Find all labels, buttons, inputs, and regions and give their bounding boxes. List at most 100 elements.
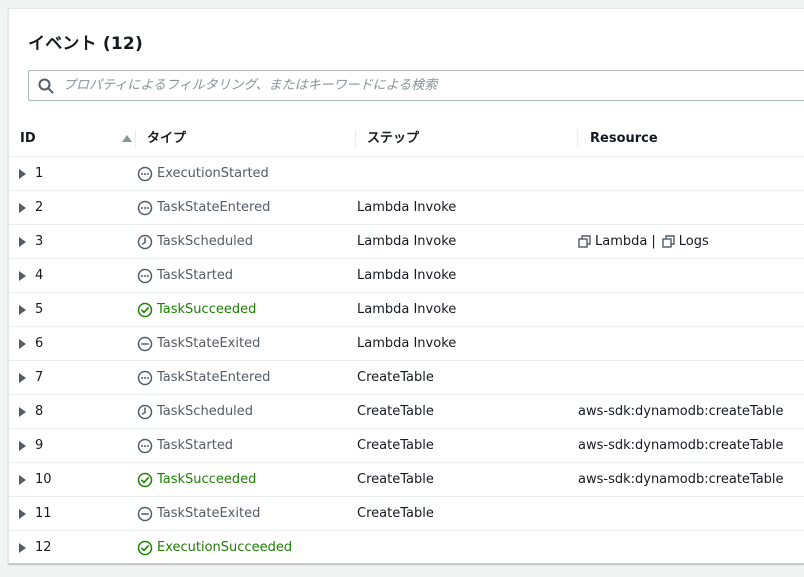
resource-cell: aws-sdk:dynamodb:createTable bbox=[578, 404, 784, 419]
id-cell: 11 bbox=[35, 506, 52, 521]
expand-caret-icon[interactable] bbox=[19, 543, 26, 553]
resource-cell: aws-sdk:dynamodb:createTable bbox=[578, 438, 784, 453]
lambda-link[interactable]: Lambda bbox=[578, 225, 647, 258]
external-link-icon bbox=[578, 235, 591, 248]
logs-link-label: Logs bbox=[678, 234, 709, 249]
type-label: ExecutionStarted bbox=[157, 166, 269, 181]
step-cell: Lambda Invoke bbox=[357, 234, 457, 249]
expand-caret-icon[interactable] bbox=[19, 475, 26, 485]
column-header-id[interactable]: ID bbox=[20, 122, 132, 156]
type-label: TaskStateExited bbox=[157, 336, 261, 351]
dash-circle-icon bbox=[137, 268, 153, 283]
resource-links: Lambda | Logs bbox=[578, 225, 709, 258]
expand-caret-icon[interactable] bbox=[19, 237, 26, 247]
type-cell: TaskStateExited bbox=[137, 327, 260, 360]
table-row[interactable]: 5 TaskSucceeded Lambda Invoke bbox=[9, 293, 804, 327]
expand-caret-icon[interactable] bbox=[19, 305, 26, 315]
events-table-body: 1 ExecutionStarted 2 TaskStateEntered La… bbox=[9, 157, 804, 565]
id-cell: 6 bbox=[35, 336, 44, 351]
type-label: TaskScheduled bbox=[157, 234, 254, 249]
type-label: TaskStateEntered bbox=[157, 200, 271, 215]
type-label: TaskStateExited bbox=[157, 506, 261, 521]
column-header-step[interactable]: ステップ bbox=[355, 122, 587, 156]
type-label: TaskSucceeded bbox=[157, 302, 257, 317]
table-row[interactable]: 11 TaskStateExited CreateTable bbox=[9, 497, 804, 531]
column-header-step-label: ステップ bbox=[367, 131, 420, 146]
search-bar[interactable] bbox=[28, 70, 804, 101]
step-cell: Lambda Invoke bbox=[357, 336, 457, 351]
type-cell: ExecutionStarted bbox=[137, 157, 269, 190]
step-cell: CreateTable bbox=[357, 370, 434, 385]
column-header-resource-label: Resource bbox=[590, 131, 658, 146]
expand-caret-icon[interactable] bbox=[19, 373, 26, 383]
id-cell: 7 bbox=[35, 370, 44, 385]
expand-caret-icon[interactable] bbox=[19, 509, 26, 519]
search-input[interactable] bbox=[63, 78, 804, 93]
type-cell: TaskStateEntered bbox=[137, 191, 270, 224]
type-cell: TaskStateExited bbox=[137, 497, 260, 530]
step-cell: CreateTable bbox=[357, 506, 434, 521]
step-cell: CreateTable bbox=[357, 472, 434, 487]
table-row[interactable]: 1 ExecutionStarted bbox=[9, 157, 804, 191]
table-row[interactable]: 7 TaskStateEntered CreateTable bbox=[9, 361, 804, 395]
expand-caret-icon[interactable] bbox=[19, 203, 26, 213]
id-cell: 12 bbox=[35, 540, 52, 555]
type-label: TaskStateEntered bbox=[157, 370, 271, 385]
check-circle-icon bbox=[137, 540, 153, 555]
column-header-type-label: タイプ bbox=[147, 131, 187, 146]
expand-caret-icon[interactable] bbox=[19, 407, 26, 417]
minus-circle-icon bbox=[137, 506, 153, 521]
table-header: ID タイプ ステップ Resource bbox=[9, 122, 804, 157]
expand-caret-icon[interactable] bbox=[19, 271, 26, 281]
type-cell: TaskScheduled bbox=[137, 225, 253, 258]
expand-caret-icon[interactable] bbox=[19, 441, 26, 451]
table-row[interactable]: 3 TaskScheduled Lambda Invoke Lambda | L… bbox=[9, 225, 804, 259]
events-panel: イベント (12) ID タイプ ステップ Resource 1 Executi… bbox=[8, 8, 804, 564]
expand-caret-icon[interactable] bbox=[19, 339, 26, 349]
link-separator: | bbox=[651, 234, 656, 249]
type-cell: TaskScheduled bbox=[137, 395, 253, 428]
table-row[interactable]: 4 TaskStarted Lambda Invoke bbox=[9, 259, 804, 293]
table-row[interactable]: 8 TaskScheduled CreateTable aws-sdk:dyna… bbox=[9, 395, 804, 429]
table-row[interactable]: 10 TaskSucceeded CreateTable aws-sdk:dyn… bbox=[9, 463, 804, 497]
id-cell: 1 bbox=[35, 166, 44, 181]
type-cell: TaskSucceeded bbox=[137, 463, 256, 496]
type-cell: TaskStarted bbox=[137, 429, 233, 462]
sort-ascending-icon[interactable] bbox=[122, 135, 132, 142]
external-link-icon bbox=[662, 235, 675, 248]
minus-circle-icon bbox=[137, 336, 153, 351]
logs-link[interactable]: Logs bbox=[662, 225, 709, 258]
step-cell: Lambda Invoke bbox=[357, 268, 457, 283]
step-cell: Lambda Invoke bbox=[357, 302, 457, 317]
resource-cell: aws-sdk:dynamodb:createTable bbox=[578, 472, 784, 487]
clock-icon bbox=[137, 404, 153, 419]
id-cell: 4 bbox=[35, 268, 44, 283]
clock-icon bbox=[137, 234, 153, 249]
type-label: ExecutionSucceeded bbox=[157, 540, 293, 555]
column-header-resource[interactable]: Resource bbox=[577, 122, 804, 156]
column-header-id-label: ID bbox=[20, 131, 36, 146]
expand-caret-icon[interactable] bbox=[19, 169, 26, 179]
type-cell: TaskSucceeded bbox=[137, 293, 256, 326]
column-header-type[interactable]: タイプ bbox=[135, 122, 367, 156]
table-row[interactable]: 6 TaskStateExited Lambda Invoke bbox=[9, 327, 804, 361]
dash-circle-icon bbox=[137, 438, 153, 453]
id-cell: 3 bbox=[35, 234, 44, 249]
check-circle-icon bbox=[137, 472, 153, 487]
id-cell: 2 bbox=[35, 200, 44, 215]
step-cell: Lambda Invoke bbox=[357, 200, 457, 215]
type-label: TaskScheduled bbox=[157, 404, 254, 419]
id-cell: 10 bbox=[35, 472, 52, 487]
table-row[interactable]: 2 TaskStateEntered Lambda Invoke bbox=[9, 191, 804, 225]
type-label: TaskStarted bbox=[157, 438, 234, 453]
step-cell: CreateTable bbox=[357, 404, 434, 419]
type-cell: TaskStarted bbox=[137, 259, 233, 292]
id-cell: 5 bbox=[35, 302, 44, 317]
type-label: TaskSucceeded bbox=[157, 472, 257, 487]
table-row[interactable]: 12 ExecutionSucceeded bbox=[9, 531, 804, 565]
lambda-link-label: Lambda bbox=[595, 234, 648, 249]
dash-circle-icon bbox=[137, 166, 153, 181]
step-cell: CreateTable bbox=[357, 438, 434, 453]
type-cell: ExecutionSucceeded bbox=[137, 531, 292, 564]
table-row[interactable]: 9 TaskStarted CreateTable aws-sdk:dynamo… bbox=[9, 429, 804, 463]
